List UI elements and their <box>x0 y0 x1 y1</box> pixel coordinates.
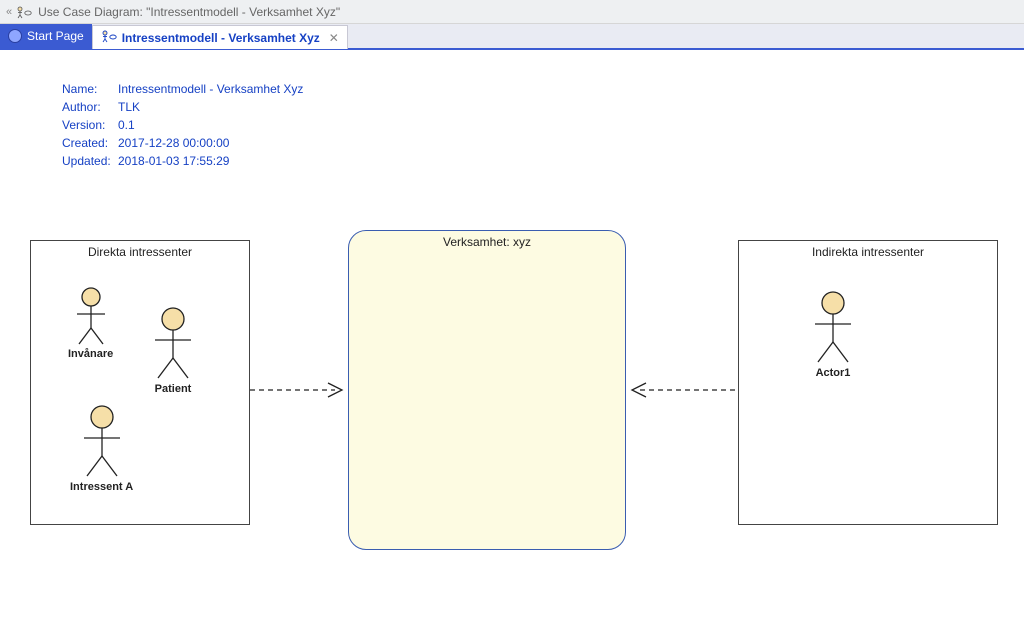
tab-start-page[interactable]: Start Page <box>0 24 92 48</box>
actor-invanare-label: Invånare <box>68 348 113 360</box>
meta-created-value: 2017-12-28 00:00:00 <box>118 134 229 152</box>
window-title-text: Use Case Diagram: "Intressentmodell - Ve… <box>38 5 340 19</box>
actor-icon <box>808 290 858 365</box>
close-icon[interactable]: ✕ <box>329 31 339 45</box>
actor-patient-label: Patient <box>155 383 192 395</box>
diagram-metadata: Name:Intressentmodell - Verksamhet Xyz A… <box>62 80 303 170</box>
meta-updated-value: 2018-01-03 17:55:29 <box>118 152 229 170</box>
boundary-direkta-title: Direkta intressenter <box>31 241 249 259</box>
meta-created-label: Created: <box>62 134 118 152</box>
actor-icon <box>77 404 127 479</box>
use-case-diagram-icon <box>16 5 32 19</box>
window-titlebar: « Use Case Diagram: "Intressentmodell - … <box>0 0 1024 24</box>
meta-name-value: Intressentmodell - Verksamhet Xyz <box>118 80 303 98</box>
dependency-direkta-to-verksamhet[interactable] <box>250 380 350 400</box>
globe-icon <box>8 29 22 43</box>
actor-intressent-a-label: Intressent A <box>70 481 133 493</box>
tab-start-label: Start Page <box>27 29 84 43</box>
actor-patient[interactable]: Patient <box>148 306 198 395</box>
tab-active-label: Intressentmodell - Verksamhet Xyz <box>122 31 320 45</box>
boundary-direkta-intressenter[interactable]: Direkta intressenter <box>30 240 250 525</box>
tab-bar: Start Page Intressentmodell - Verksamhet… <box>0 24 1024 50</box>
use-case-diagram-icon <box>101 29 117 46</box>
boundary-verksamhet[interactable]: Verksamhet: xyz <box>348 230 626 550</box>
tab-diagram-active[interactable]: Intressentmodell - Verksamhet Xyz ✕ <box>92 25 348 49</box>
boundary-indirekta-title: Indirekta intressenter <box>739 241 997 259</box>
meta-version-label: Version: <box>62 116 118 134</box>
actor-actor1[interactable]: Actor1 <box>808 290 858 379</box>
actor-actor1-label: Actor1 <box>816 367 851 379</box>
actor-invanare[interactable]: Invånare <box>68 286 113 360</box>
actor-icon <box>148 306 198 381</box>
meta-version-value: 0.1 <box>118 116 135 134</box>
boundary-indirekta-intressenter[interactable]: Indirekta intressenter <box>738 240 998 525</box>
dependency-indirekta-to-verksamhet[interactable] <box>626 380 738 400</box>
meta-author-label: Author: <box>62 98 118 116</box>
meta-author-value: TLK <box>118 98 140 116</box>
meta-updated-label: Updated: <box>62 152 118 170</box>
actor-intressent-a[interactable]: Intressent A <box>70 404 133 493</box>
boundary-verksamhet-title: Verksamhet: xyz <box>349 231 625 249</box>
actor-icon <box>71 286 111 346</box>
diagram-canvas[interactable]: Name:Intressentmodell - Verksamhet Xyz A… <box>0 50 1024 630</box>
meta-name-label: Name: <box>62 80 118 98</box>
collapse-chevrons-icon[interactable]: « <box>6 6 12 18</box>
